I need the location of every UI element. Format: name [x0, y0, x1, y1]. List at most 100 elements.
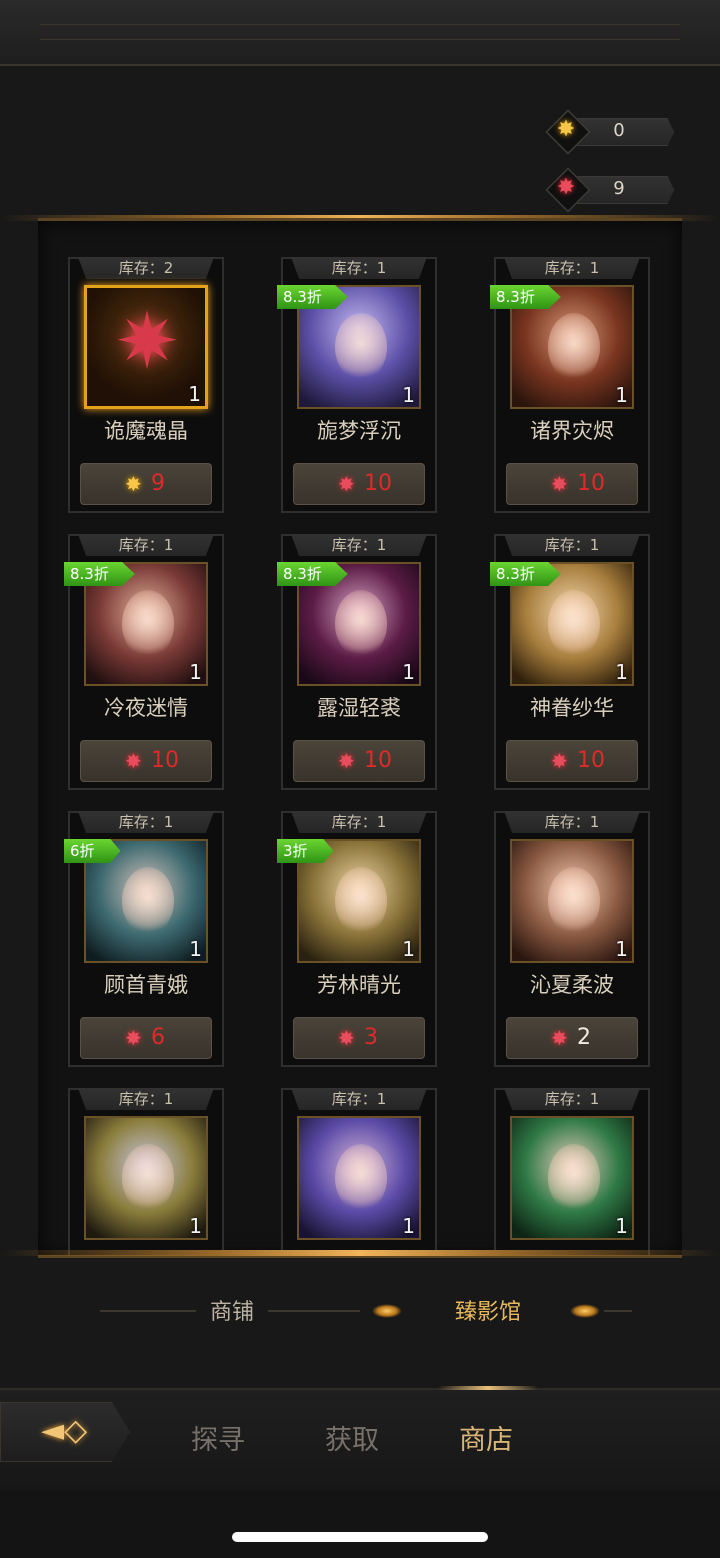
buy-button[interactable]: ✸ 9 — [80, 463, 212, 505]
red-currency-display: ✸ 9 — [545, 167, 680, 213]
home-indicator[interactable] — [232, 1532, 488, 1542]
shop-item-card[interactable]: 库存：1 1 8.3折 诸界灾烬 ✸ 10 — [490, 257, 650, 513]
item-quantity: 1 — [189, 1214, 202, 1238]
portrait-face — [548, 313, 600, 381]
price-value: 10 — [577, 748, 605, 773]
buy-button[interactable]: ✸ 10 — [293, 740, 425, 782]
back-arrow-icon: ◄◇ — [41, 1413, 88, 1448]
shop-item-card[interactable]: 库存：1 1 8.3折冷夜迷情 ✸ 10 — [64, 534, 224, 790]
item-quantity: 1 — [615, 383, 628, 407]
subtab-gallery[interactable]: 臻影馆 — [440, 1294, 536, 1326]
discount-badge: 8.3折 — [490, 285, 561, 309]
active-nav-indicator — [438, 1386, 538, 1390]
portrait-face — [548, 867, 600, 935]
shop-item-card[interactable]: 库存：1 1 3折 芳林晴光 ✸ 3 — [277, 811, 437, 1067]
buy-button[interactable]: ✸ 3 — [293, 1017, 425, 1059]
price-value: 2 — [577, 1025, 591, 1050]
item-quantity: 1 — [188, 382, 201, 406]
shop-item-card[interactable]: 库存：1 1 沁夏柔波 ✸ 2 — [494, 811, 650, 1067]
divider — [604, 1310, 632, 1312]
item-quantity: 1 — [189, 660, 202, 684]
divider — [268, 1310, 360, 1312]
portrait-face — [335, 1144, 387, 1212]
price-value: 10 — [577, 471, 605, 496]
sub-tab-bar: 商铺 臻影馆 — [0, 1280, 720, 1340]
item-name: 诡魔魂晶 — [104, 419, 188, 443]
discount-badge: 6折 — [64, 839, 121, 863]
back-button[interactable]: ◄◇ — [0, 1402, 130, 1462]
discount-badge: 3折 — [277, 839, 334, 863]
portrait-face — [122, 867, 174, 935]
buy-button[interactable]: ✸ 10 — [506, 740, 638, 782]
active-tab-ornament-left — [372, 1304, 402, 1318]
red-gem-icon: ✸ — [125, 1026, 142, 1050]
stock-label: 库存：1 — [291, 257, 427, 279]
shop-item-card[interactable]: 库存：2 ✷ 1 诡魔魂晶 ✸ 9 — [68, 257, 224, 513]
soul-crystal-image: ✷ 1 — [84, 285, 208, 409]
red-gem-icon: ✸ — [556, 175, 576, 200]
portrait-face — [335, 313, 387, 381]
item-name: 冷夜迷情 — [104, 696, 188, 720]
nav-explore[interactable]: 探寻 — [178, 1418, 258, 1457]
item-name: 芳林晴光 — [317, 973, 401, 997]
portrait-face — [335, 867, 387, 935]
red-gem-icon: ✸ — [551, 472, 568, 496]
character-portrait: 1 — [510, 1116, 634, 1240]
item-quantity: 1 — [615, 660, 628, 684]
item-name: 沁夏柔波 — [530, 973, 614, 997]
top-decor-band — [0, 0, 720, 66]
portrait-face — [122, 1144, 174, 1212]
stock-label: 库存：1 — [504, 534, 640, 556]
buy-button[interactable]: ✸ 10 — [80, 740, 212, 782]
item-name: 顾首青娥 — [104, 973, 188, 997]
red-gem-icon: ✸ — [338, 472, 355, 496]
shop-item-card[interactable]: 库存：1 1 — [68, 1088, 224, 1255]
portrait-face — [122, 590, 174, 658]
character-portrait: 1 — [297, 1116, 421, 1240]
buy-button[interactable]: ✸ 6 — [80, 1017, 212, 1059]
gold-currency-value: 0 — [613, 120, 625, 141]
stock-label: 库存：1 — [78, 1088, 214, 1110]
stock-label: 库存：1 — [78, 534, 214, 556]
subtab-shop[interactable]: 商铺 — [196, 1294, 268, 1326]
discount-badge: 8.3折 — [64, 562, 135, 586]
item-quantity: 1 — [402, 937, 415, 961]
buy-button[interactable]: ✸ 10 — [506, 463, 638, 505]
active-tab-ornament-right — [570, 1304, 600, 1318]
item-quantity: 1 — [402, 660, 415, 684]
portrait-face — [548, 1144, 600, 1212]
item-quantity: 1 — [615, 937, 628, 961]
price-value: 10 — [364, 748, 392, 773]
stock-label: 库存：1 — [291, 811, 427, 833]
stock-label: 库存：1 — [78, 811, 214, 833]
red-gem-icon: ✸ — [551, 749, 568, 773]
character-portrait: 1 — [510, 839, 634, 963]
shop-item-grid[interactable]: 库存：2 ✷ 1 诡魔魂晶 ✸ 9 库存：1 1 8.3折 旎梦浮沉 ✸ 10 库存：1 1 8.3折 诸界灾… — [38, 218, 682, 1258]
price-value: 10 — [364, 471, 392, 496]
panel-bottom-ornament — [0, 1250, 720, 1256]
price-value: 3 — [364, 1025, 378, 1050]
shop-item-card[interactable]: 库存：1 1 — [281, 1088, 437, 1255]
nav-obtain[interactable]: 获取 — [312, 1418, 392, 1457]
stock-label: 库存：1 — [504, 811, 640, 833]
divider — [100, 1310, 196, 1312]
red-currency-value: 9 — [613, 178, 625, 199]
nav-store[interactable]: 商店 — [446, 1418, 526, 1457]
buy-button[interactable]: ✸ 10 — [293, 463, 425, 505]
buy-button[interactable]: ✸ 2 — [506, 1017, 638, 1059]
item-name: 神眷纱华 — [530, 696, 614, 720]
item-quantity: 1 — [402, 1214, 415, 1238]
red-gem-icon: ✸ — [551, 1026, 568, 1050]
stock-label: 库存：2 — [78, 257, 214, 279]
shop-item-card[interactable]: 库存：1 1 8.3折 露湿轻裘 ✸ 10 — [277, 534, 437, 790]
shop-item-card[interactable]: 库存：1 1 — [494, 1088, 650, 1255]
gold-gem-icon: ✸ — [125, 472, 142, 496]
shop-item-card[interactable]: 库存：1 1 8.3折 神眷纱华 ✸ 10 — [490, 534, 650, 790]
shop-item-card[interactable]: 库存：1 1 8.3折 旎梦浮沉 ✸ 10 — [277, 257, 437, 513]
shop-item-card[interactable]: 库存：1 1 6折 顾首青娥 ✸ 6 — [64, 811, 224, 1067]
red-gem-icon: ✸ — [338, 1026, 355, 1050]
price-value: 9 — [151, 471, 165, 496]
item-name: 旎梦浮沉 — [317, 419, 401, 443]
bottom-decor-band — [0, 1490, 720, 1558]
portrait-face — [548, 590, 600, 658]
